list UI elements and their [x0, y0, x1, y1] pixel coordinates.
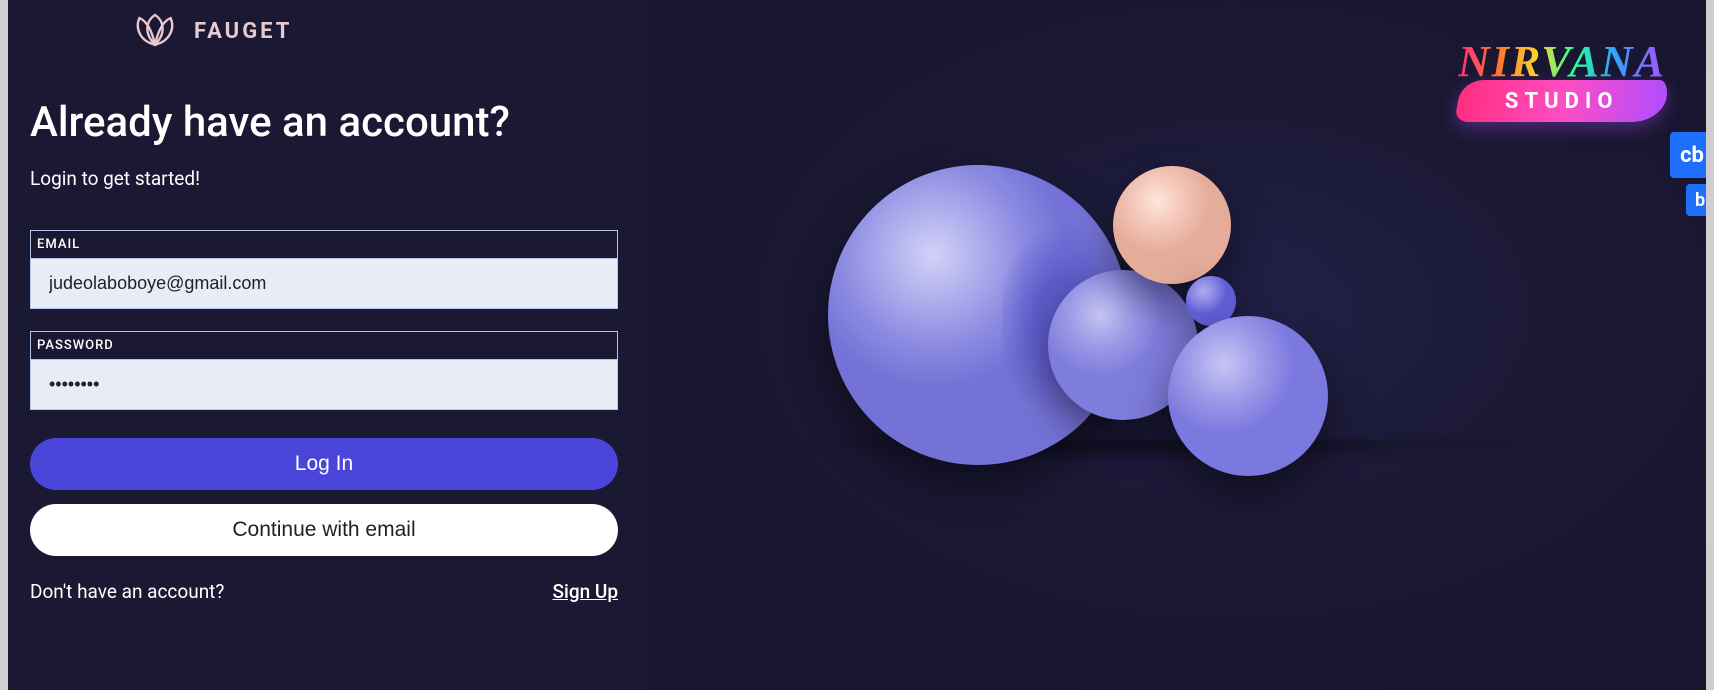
page-title: Already have an account? — [30, 98, 618, 147]
watermark-swoosh: STUDIO — [1454, 80, 1669, 122]
watermark-title: NIRVANA — [1458, 40, 1666, 84]
email-field-group: EMAIL — [30, 230, 618, 309]
signup-row: Don't have an account? Sign Up — [30, 580, 618, 603]
page-subtitle: Login to get started! — [30, 167, 618, 190]
scrollbar-left — [0, 0, 8, 690]
password-input[interactable] — [31, 359, 617, 409]
hero-panel: NIRVANA STUDIO cb b — [648, 0, 1714, 690]
login-button[interactable]: Log In — [30, 438, 618, 490]
brand-name: FAUGET — [194, 19, 292, 44]
hero-scene: NIRVANA STUDIO cb b — [648, 0, 1714, 690]
watermark: NIRVANA STUDIO — [1458, 40, 1666, 122]
watermark-subtitle: STUDIO — [1505, 89, 1619, 114]
continue-with-email-button[interactable]: Continue with email — [30, 504, 618, 556]
email-label: EMAIL — [31, 231, 617, 258]
password-label: PASSWORD — [31, 332, 617, 359]
password-field-group: PASSWORD — [30, 331, 618, 410]
login-panel: FAUGET Already have an account? Login to… — [0, 0, 648, 690]
email-input[interactable] — [31, 258, 617, 308]
shadow-floor — [648, 440, 1714, 480]
signup-link[interactable]: Sign Up — [552, 580, 618, 603]
orb-right — [1168, 316, 1328, 476]
brand-logo: FAUGET — [130, 4, 618, 58]
signup-prompt: Don't have an account? — [30, 580, 224, 603]
scrollbar-right — [1706, 0, 1714, 690]
orb-pink — [1113, 166, 1231, 284]
lotus-icon — [130, 4, 180, 58]
